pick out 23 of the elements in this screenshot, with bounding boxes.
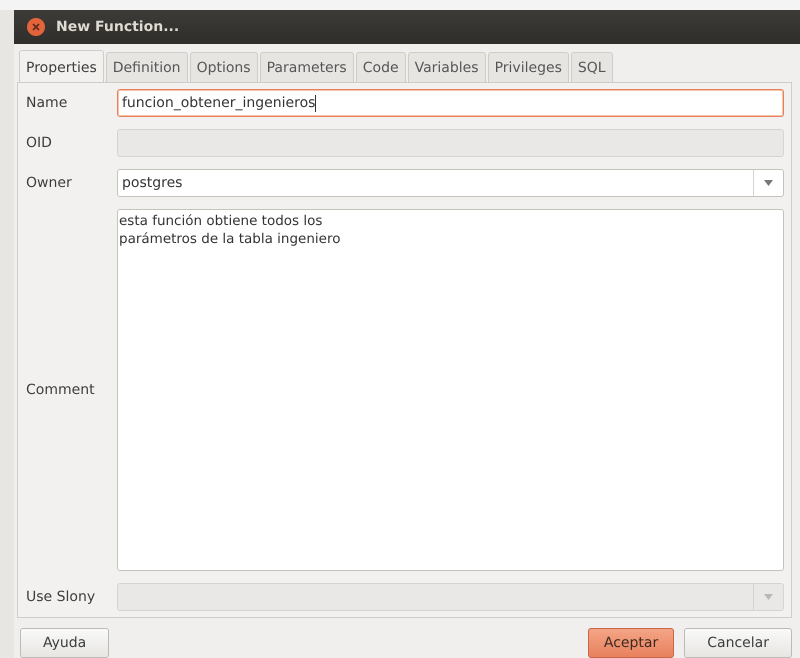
tab[interactable]: Properties bbox=[19, 50, 104, 82]
field-label: Owner bbox=[26, 175, 73, 191]
field-label: Use Slony bbox=[26, 589, 96, 605]
field-label: Comment bbox=[26, 382, 96, 398]
combo-box[interactable]: postgres bbox=[117, 169, 784, 197]
tab[interactable]: Options bbox=[190, 52, 258, 82]
dialog-button[interactable]: Ayuda bbox=[20, 628, 110, 658]
dropdown-arrow-icon bbox=[764, 180, 773, 186]
window-title: New Function... bbox=[56, 19, 180, 35]
field-label: OID bbox=[26, 135, 53, 151]
tab[interactable]: Variables bbox=[408, 52, 486, 82]
tab[interactable]: Definition bbox=[106, 52, 188, 82]
dialog-button[interactable]: Aceptar bbox=[588, 628, 674, 658]
dialog-button[interactable]: Cancelar bbox=[684, 628, 792, 658]
text-field[interactable]: funcion_obtener_ingenieros bbox=[117, 89, 784, 117]
close-icon[interactable] bbox=[27, 18, 45, 36]
tab[interactable]: Privileges bbox=[488, 52, 569, 82]
tab[interactable]: Parameters bbox=[260, 52, 354, 82]
tab[interactable]: SQL bbox=[570, 52, 613, 82]
comment-field[interactable]: esta función obtiene todos los parámetros de la tabla ingeniero bbox=[117, 209, 784, 571]
field-label: Name bbox=[26, 95, 68, 111]
tab[interactable]: Code bbox=[356, 52, 406, 82]
dropdown-arrow-icon bbox=[764, 594, 773, 600]
